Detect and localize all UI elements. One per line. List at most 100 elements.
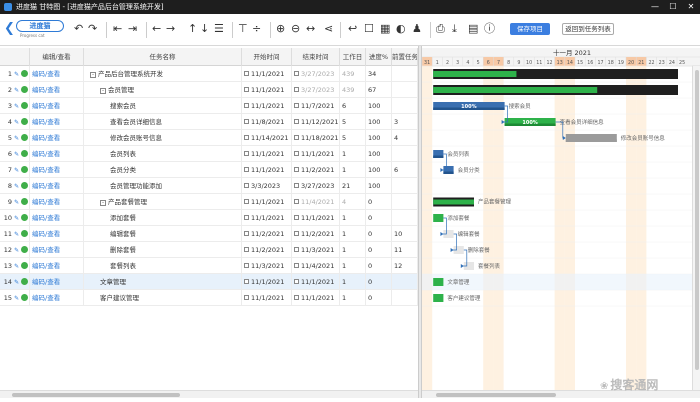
workdays-cell[interactable]: 6 (340, 98, 366, 114)
progress-cell[interactable]: 100 (366, 130, 392, 146)
end-checkbox[interactable] (294, 135, 299, 140)
edit-view-link[interactable]: 编码/查看 (30, 86, 60, 94)
end-date-cell[interactable]: 11/18/2021 (292, 130, 340, 146)
start-date-cell[interactable]: 11/2/2021 (242, 226, 292, 242)
undo-icon[interactable]: ↶ (74, 22, 83, 36)
list-icon[interactable]: ☰ (214, 22, 224, 36)
table-row[interactable]: 5 ✎ 编码/查看 修改会员账号信息 11/14/2021 11/18/2021 5 10… (0, 130, 418, 146)
task-name-cell[interactable]: 添加套餐 (84, 210, 242, 226)
workdays-cell[interactable]: 5 (340, 130, 366, 146)
start-date-cell[interactable]: 11/1/2021 (242, 98, 292, 114)
workdays-cell[interactable]: 1 (340, 162, 366, 178)
progress-cell[interactable]: 100 (366, 162, 392, 178)
pencil-icon[interactable]: ✎ (14, 71, 19, 78)
row-height-icon[interactable]: ÷ (252, 22, 261, 36)
progress-cell[interactable]: 100 (366, 98, 392, 114)
table-row[interactable]: 3 ✎ 编码/查看 搜索会员 11/1/2021 11/7/2021 6 100 (0, 98, 418, 114)
start-checkbox[interactable] (244, 215, 249, 220)
end-checkbox[interactable] (294, 119, 299, 124)
edit-view-link[interactable]: 编码/查看 (30, 278, 60, 286)
pencil-icon[interactable]: ✎ (14, 231, 19, 238)
calendar-icon[interactable]: ▦ (380, 22, 390, 36)
progress-cell[interactable]: 0 (366, 226, 392, 242)
table-row[interactable]: 1 ✎ 编码/查看 - 产品后台管理系统开发 11/1/2021 3/27/2023 43… (0, 66, 418, 82)
resources-icon[interactable]: ♟ (412, 22, 422, 36)
table-row[interactable]: 4 ✎ 编码/查看 查看会员详细信息 11/8/2021 11/12/2021 5 100… (0, 114, 418, 130)
task-name-cell[interactable]: 套餐列表 (84, 258, 242, 274)
start-checkbox[interactable] (244, 167, 249, 172)
start-checkbox[interactable] (244, 71, 249, 76)
scrollbar-thumb[interactable] (12, 393, 180, 397)
predecessor-cell[interactable]: 6 (392, 162, 418, 178)
print-icon[interactable]: ⎙ (436, 22, 445, 36)
table-row[interactable]: 9 ✎ 编码/查看 - 产品套餐管理 11/1/2021 11/4/2021 4 0 (0, 194, 418, 210)
zoom-in-icon[interactable]: ⊕ (276, 22, 285, 36)
task-name-cell[interactable]: 客户建议管理 (84, 290, 242, 306)
predecessor-cell[interactable] (392, 194, 418, 210)
progress-cell[interactable]: 0 (366, 242, 392, 258)
workdays-cell[interactable]: 4 (340, 194, 366, 210)
predecessor-cell[interactable]: 11 (392, 242, 418, 258)
pencil-icon[interactable]: ✎ (14, 183, 19, 190)
collapse-toggle[interactable]: - (100, 88, 106, 94)
progress-cell[interactable]: 0 (366, 210, 392, 226)
start-date-cell[interactable]: 11/1/2021 (242, 274, 292, 290)
header-progress[interactable]: 进度% (366, 48, 392, 66)
start-date-cell[interactable]: 11/1/2021 (242, 194, 292, 210)
maximize-button[interactable]: ☐ (664, 0, 682, 14)
end-checkbox[interactable] (294, 263, 299, 268)
pencil-icon[interactable]: ✎ (14, 135, 19, 142)
end-checkbox[interactable] (294, 295, 299, 300)
table-row[interactable]: 13 ✎ 编码/查看 套餐列表 11/3/2021 11/4/2021 1 0 12 (0, 258, 418, 274)
task-name-cell[interactable]: 修改会员账号信息 (84, 130, 242, 146)
grid-horizontal-scrollbar[interactable] (0, 390, 418, 398)
pencil-icon[interactable]: ✎ (14, 103, 19, 110)
pencil-icon[interactable]: ✎ (14, 119, 19, 126)
header-end-date[interactable]: 结束时间 (292, 48, 340, 66)
end-date-cell[interactable]: 3/27/2023 (292, 82, 340, 98)
task-name-cell[interactable]: 编辑套餐 (84, 226, 242, 242)
table-row[interactable]: 10 ✎ 编码/查看 添加套餐 11/1/2021 11/1/2021 1 0 (0, 210, 418, 226)
workdays-cell[interactable]: 21 (340, 178, 366, 194)
start-date-cell[interactable]: 11/1/2021 (242, 210, 292, 226)
predecessor-cell[interactable] (392, 98, 418, 114)
start-date-cell[interactable]: 11/2/2021 (242, 242, 292, 258)
scrollbar-thumb[interactable] (436, 393, 556, 397)
start-checkbox[interactable] (244, 247, 249, 252)
progress-cell[interactable]: 100 (366, 114, 392, 130)
predecessor-cell[interactable] (392, 290, 418, 306)
workdays-cell[interactable]: 5 (340, 114, 366, 130)
scrollbar-thumb[interactable] (695, 70, 699, 370)
table-row[interactable]: 14 ✎ 编码/查看 文章管理 11/1/2021 11/1/2021 1 0 (0, 274, 418, 290)
table-row[interactable]: 6 ✎ 编码/查看 会员列表 11/1/2021 11/1/2021 1 100 (0, 146, 418, 162)
end-checkbox[interactable] (294, 71, 299, 76)
predecessor-cell[interactable]: 10 (392, 226, 418, 242)
task-name-cell[interactable]: - 产品套餐管理 (84, 194, 242, 210)
start-checkbox[interactable] (244, 119, 249, 124)
end-date-cell[interactable]: 11/2/2021 (292, 226, 340, 242)
start-checkbox[interactable] (244, 263, 249, 268)
end-date-cell[interactable]: 11/12/2021 (292, 114, 340, 130)
task-name-cell[interactable]: - 产品后台管理系统开发 (84, 66, 242, 82)
progress-cell[interactable]: 34 (366, 66, 392, 82)
end-date-cell[interactable]: 11/7/2021 (292, 98, 340, 114)
task-name-cell[interactable]: 会员分类 (84, 162, 242, 178)
end-checkbox[interactable] (294, 103, 299, 108)
table-row[interactable]: 8 ✎ 编码/查看 会员管理功能添加 3/3/2023 3/27/2023 21 100 (0, 178, 418, 194)
progress-cell[interactable]: 100 (366, 178, 392, 194)
baseline-icon[interactable]: ☐ (364, 22, 374, 36)
task-name-cell[interactable]: - 会员管理 (84, 82, 242, 98)
start-date-cell[interactable]: 11/1/2021 (242, 82, 292, 98)
end-checkbox[interactable] (294, 215, 299, 220)
zoom-out-icon[interactable]: ⊖ (291, 22, 300, 36)
start-date-cell[interactable]: 11/3/2021 (242, 258, 292, 274)
progress-cell[interactable]: 0 (366, 274, 392, 290)
column-width-icon[interactable]: ⊤ (238, 22, 248, 36)
end-checkbox[interactable] (294, 279, 299, 284)
edit-view-link[interactable]: 编码/查看 (30, 246, 60, 254)
end-checkbox[interactable] (294, 151, 299, 156)
predecessor-cell[interactable]: 12 (392, 258, 418, 274)
start-checkbox[interactable] (244, 199, 249, 204)
import-icon[interactable]: ▤ (468, 22, 478, 36)
workdays-cell[interactable]: 1 (340, 226, 366, 242)
